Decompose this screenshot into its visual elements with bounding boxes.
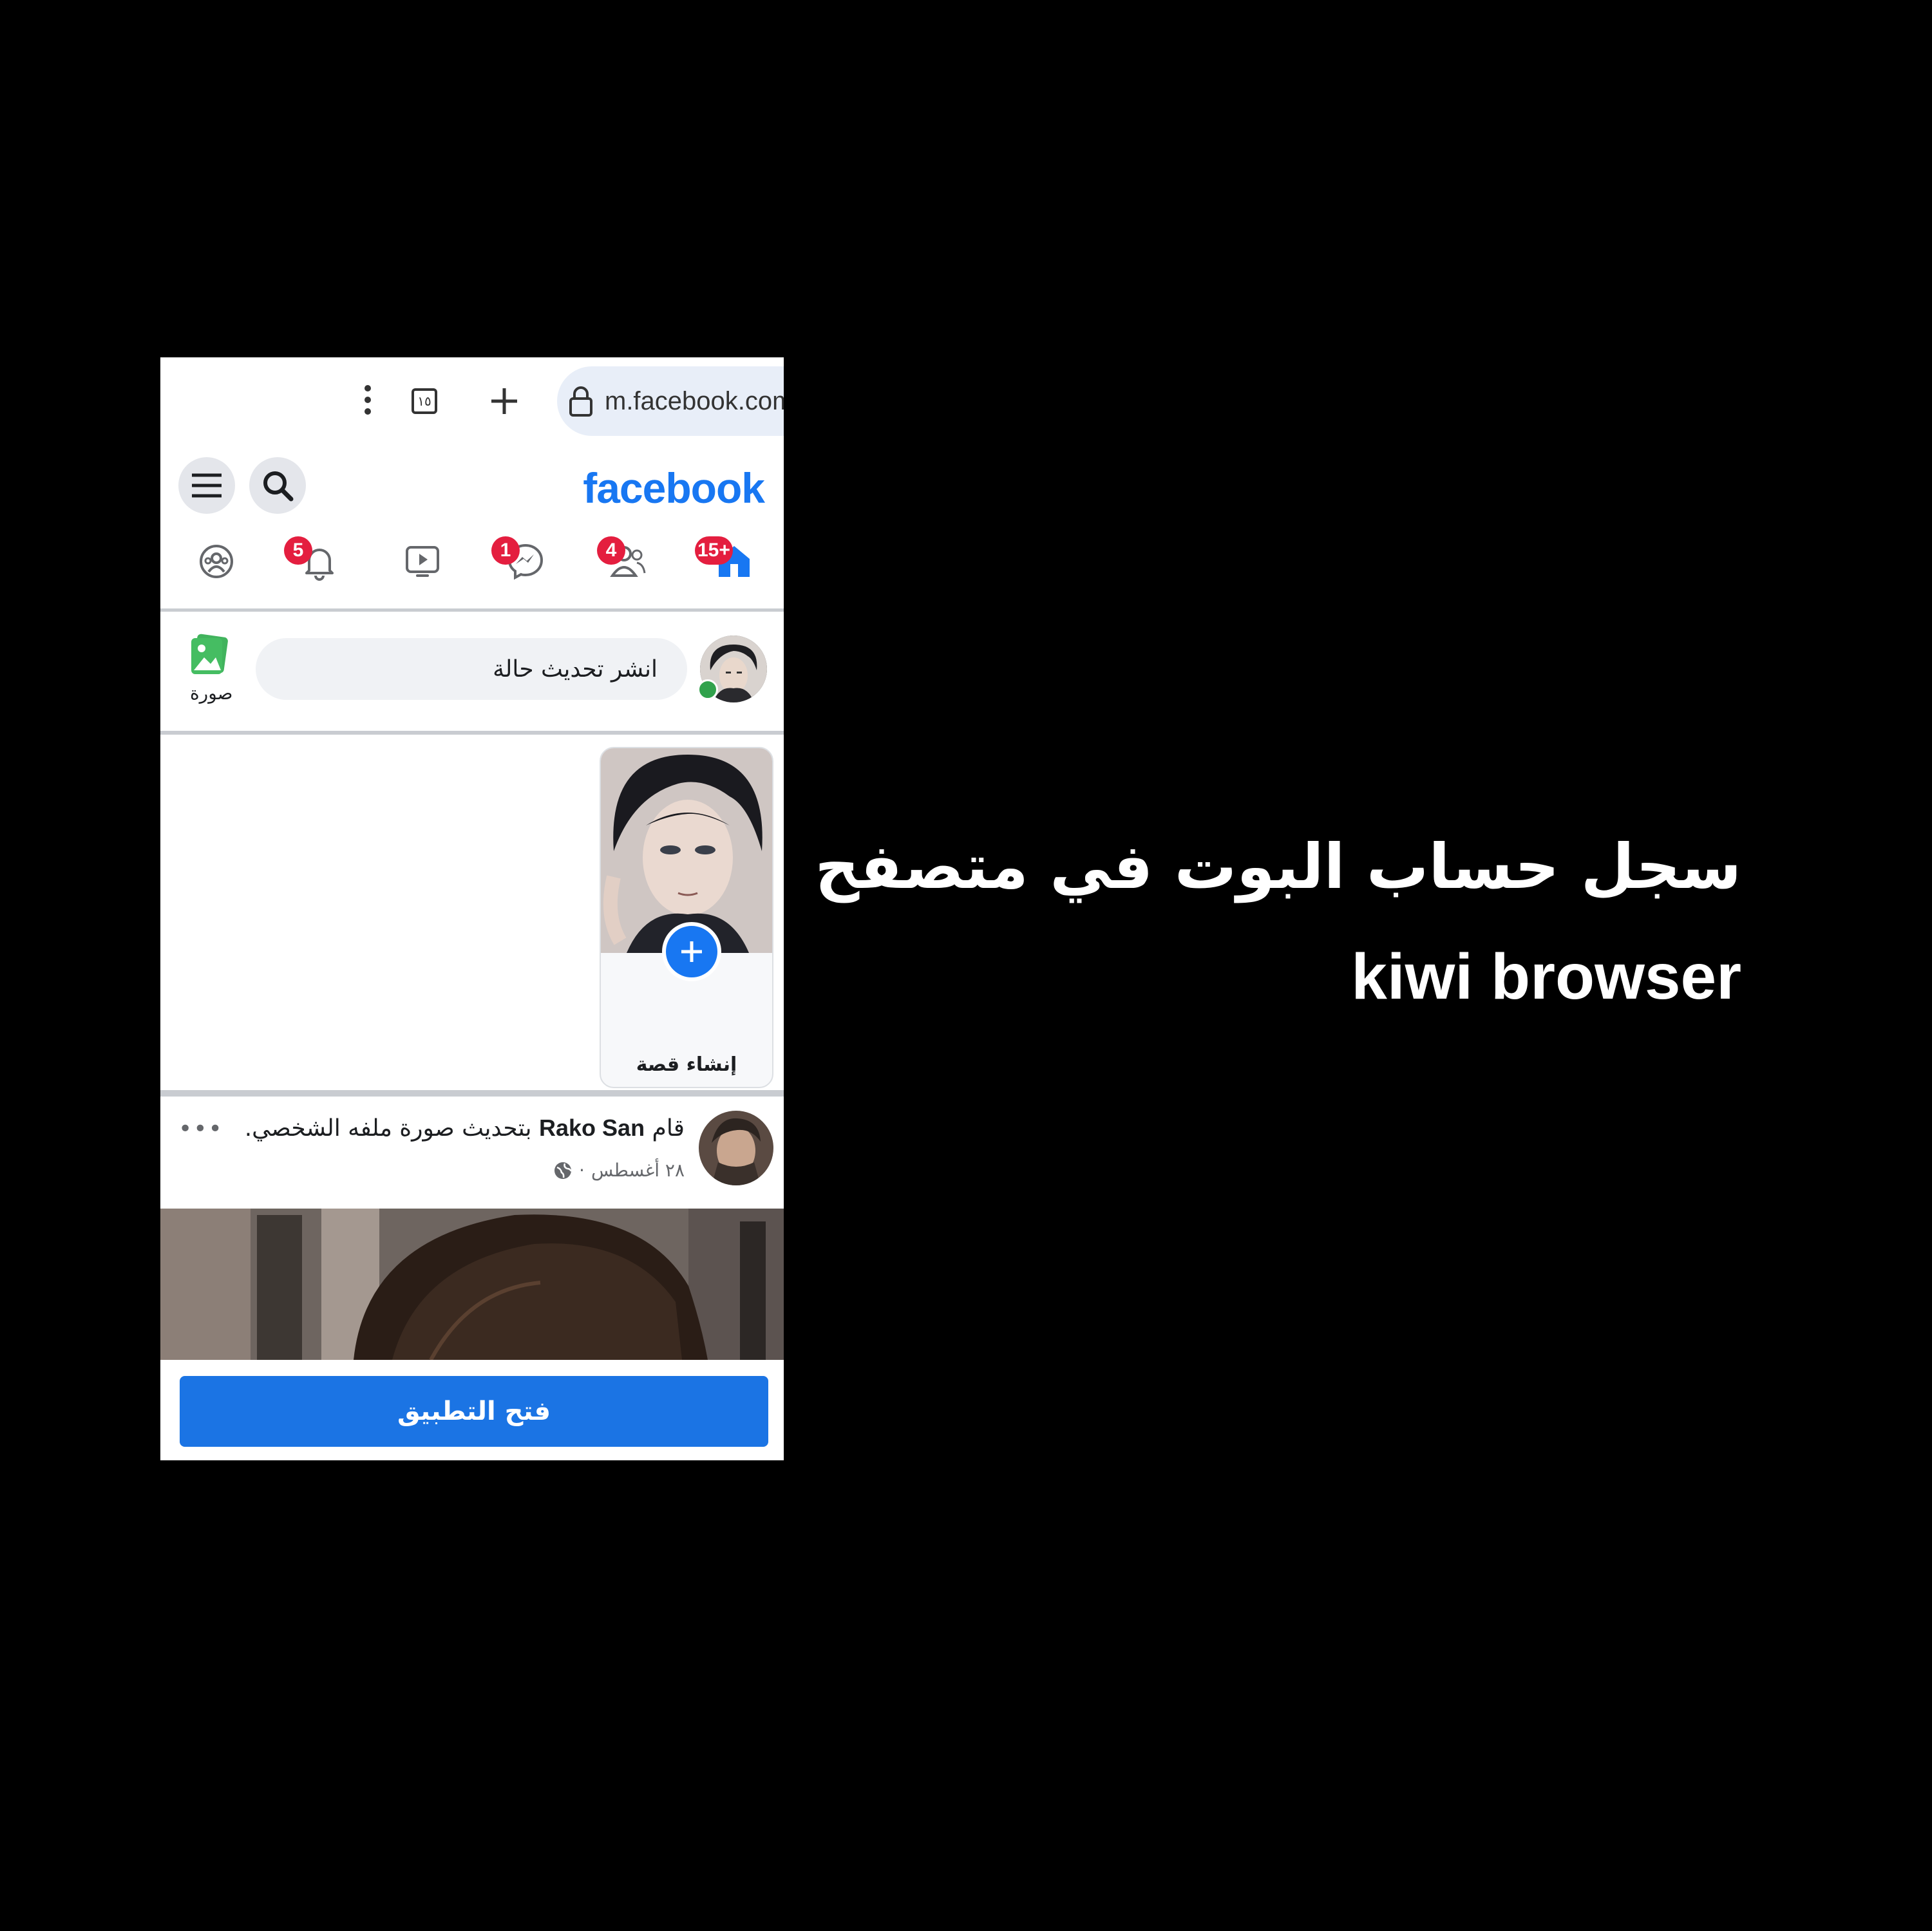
hamburger-icon bbox=[192, 473, 222, 498]
caption-english: kiwi browser bbox=[1351, 941, 1741, 1013]
home-badge: 15+ bbox=[695, 536, 733, 565]
post-options-icon[interactable]: ••• bbox=[178, 1116, 223, 1142]
online-status-dot bbox=[697, 679, 718, 700]
post-prefix: قام bbox=[652, 1115, 685, 1142]
phone-screen: ١٥ m.facebook.com facebook 5 1 4 15+ انش… bbox=[160, 357, 784, 1460]
post-image[interactable] bbox=[160, 1209, 784, 1360]
create-story-label: إنشاء قصة bbox=[636, 1053, 737, 1076]
post-header-text: قام Rako San بتحديث صورة ملفه الشخصي. bbox=[245, 1115, 685, 1142]
add-story-button[interactable] bbox=[662, 922, 721, 981]
post-author-avatar[interactable] bbox=[699, 1111, 773, 1185]
divider bbox=[160, 731, 784, 735]
photo-label: صورة bbox=[190, 683, 233, 704]
post-author-name[interactable]: Rako San bbox=[539, 1115, 645, 1141]
search-icon bbox=[263, 471, 294, 502]
plus-icon bbox=[681, 941, 702, 962]
groups-icon[interactable] bbox=[193, 538, 240, 585]
open-app-button[interactable]: فتح التطبيق bbox=[180, 1376, 768, 1447]
address-bar[interactable]: m.facebook.com bbox=[557, 366, 784, 436]
tab-switcher-icon[interactable]: ١٥ bbox=[409, 386, 440, 417]
tab-count: ١٥ bbox=[412, 388, 437, 414]
watch-video-icon[interactable] bbox=[399, 538, 446, 585]
notifications-badge: 5 bbox=[284, 536, 312, 565]
messenger-badge: 1 bbox=[491, 536, 520, 565]
post-date[interactable]: ٢٨ أغسطس bbox=[591, 1160, 685, 1181]
globe-icon bbox=[554, 1162, 573, 1179]
lock-icon bbox=[569, 386, 593, 417]
caption-arabic: سجل حساب البوت في متصفح bbox=[815, 831, 1741, 903]
divider bbox=[160, 608, 784, 612]
menu-button[interactable] bbox=[178, 457, 235, 514]
facebook-logo[interactable]: facebook bbox=[583, 464, 765, 513]
friends-badge: 4 bbox=[597, 536, 625, 565]
status-composer-input[interactable]: انشر تحديث حالة bbox=[256, 638, 687, 700]
composer-placeholder: انشر تحديث حالة bbox=[493, 655, 658, 683]
meta-separator: · bbox=[579, 1160, 585, 1181]
divider bbox=[160, 1090, 784, 1097]
new-tab-plus-icon[interactable] bbox=[486, 383, 522, 419]
post-action: بتحديث صورة ملفه الشخصي. bbox=[244, 1115, 532, 1142]
post-meta: ٢٨ أغسطس · bbox=[553, 1160, 685, 1181]
search-button[interactable] bbox=[249, 457, 306, 514]
create-story-card[interactable]: إنشاء قصة bbox=[600, 747, 773, 1088]
photo-icon[interactable] bbox=[189, 633, 230, 678]
url-text: m.facebook.com bbox=[605, 386, 784, 415]
more-vert-icon[interactable] bbox=[351, 383, 384, 417]
browser-toolbar: ١٥ m.facebook.com bbox=[160, 357, 784, 447]
